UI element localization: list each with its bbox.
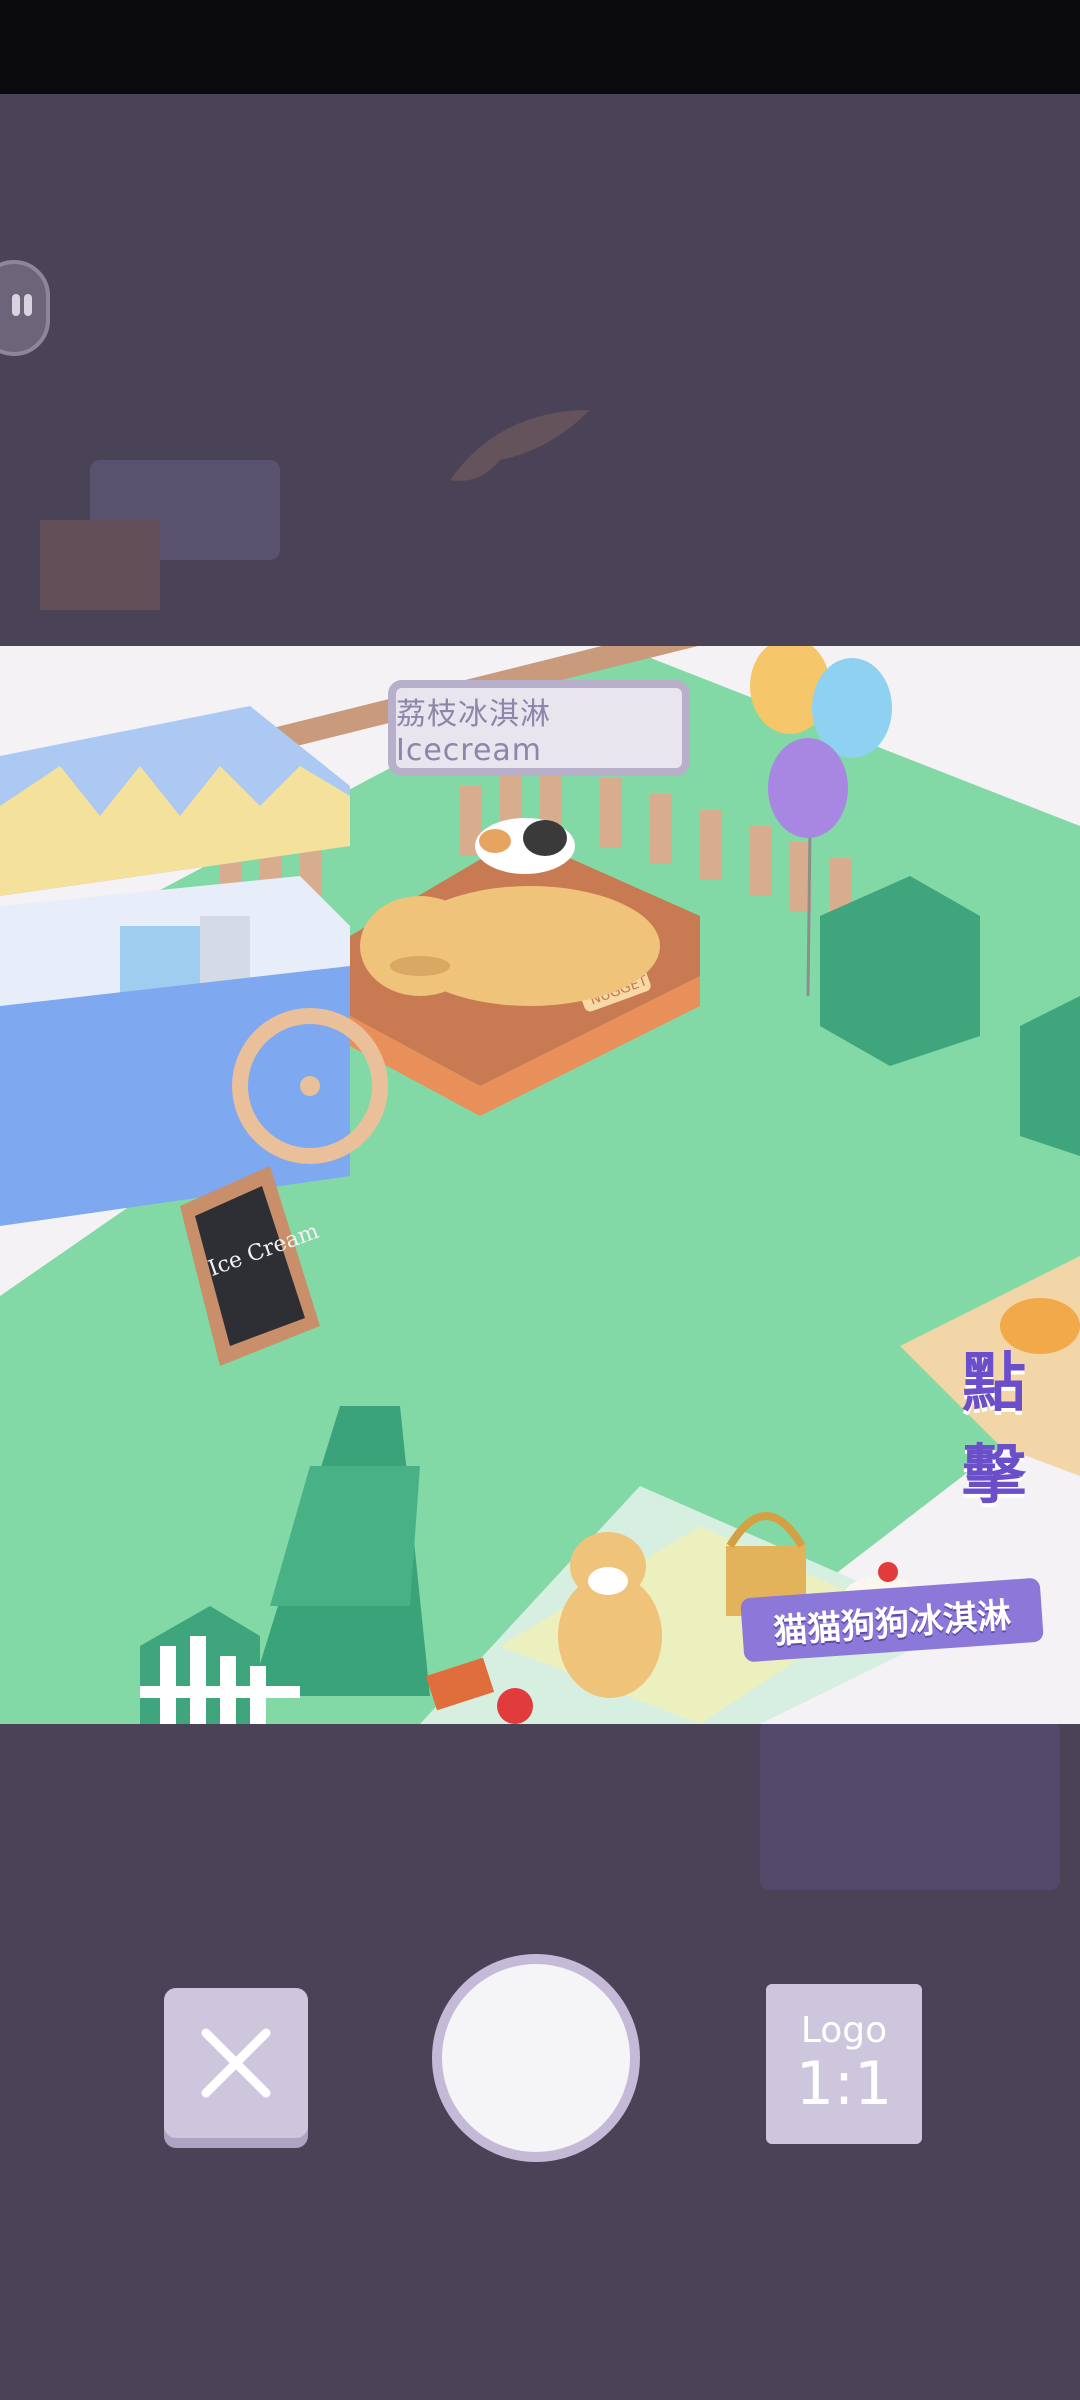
apple [497,1688,533,1724]
game-title-text: 猫猫狗狗冰淇淋 [772,1595,1013,1652]
background-sign-silhouette [40,460,280,610]
tap-prompt-text: 點擊 [962,1347,1026,1513]
ratio-label: 1:1 [795,2049,893,2119]
capture-controls: Logo 1:1 [0,1940,1080,2180]
ice-cream-cart [0,706,388,1226]
background-bird-silhouette [450,410,590,481]
scene-illustration: NUGGET Ice Cream [0,646,1080,1724]
shop-name-text: 荔枝冰淇淋 Icecream [396,696,551,768]
handle-mark-right [24,294,32,316]
side-menu-handle[interactable] [0,260,50,356]
status-bar [0,0,1080,94]
shutter-button[interactable] [432,1954,640,2162]
close-button[interactable] [164,1988,308,2138]
sleeping-dog [360,886,660,1006]
handle-mark-left [12,294,20,316]
close-icon [201,2028,271,2098]
game-scene: NUGGET Ice Cream 荔枝冰淇淋 Icecream 點擊 猫猫狗狗冰… [0,646,1080,1724]
background-ticket-silhouette [760,1720,1060,1890]
logo-label: Logo [800,2010,888,2051]
logo-ratio-button[interactable]: Logo 1:1 [766,1984,922,2144]
shop-name-sign: 荔枝冰淇淋 Icecream [388,680,690,776]
sleeping-cat [475,818,575,874]
